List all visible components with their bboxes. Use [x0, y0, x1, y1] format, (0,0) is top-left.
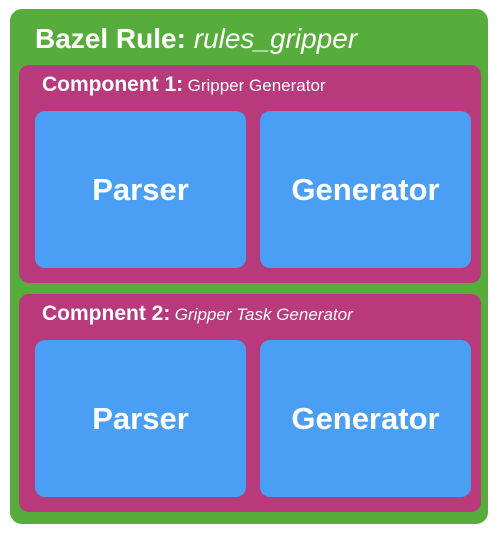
component-2-title: Compnent 2: Gripper Task Generator	[42, 303, 353, 324]
bazel-rule-name: rules_gripper	[193, 23, 358, 54]
bazel-rule-label: Bazel Rule:	[35, 23, 186, 54]
component-1-generator-box: Generator	[260, 111, 471, 268]
component-2-generator-box: Generator	[260, 340, 471, 497]
component-1-container: Component 1: Gripper Generator Parser Ge…	[19, 65, 481, 283]
component-2-container: Compnent 2: Gripper Task Generator Parse…	[19, 294, 481, 512]
component-2-name: Gripper Task Generator	[174, 305, 353, 324]
component-1-name: Gripper Generator	[187, 76, 326, 95]
component-1-label: Component 1:	[42, 73, 184, 96]
component-2-label: Compnent 2:	[42, 302, 171, 325]
component-1-title: Component 1: Gripper Generator	[42, 74, 326, 95]
component-1-parser-box: Parser	[35, 111, 246, 268]
bazel-rule-container: Bazel Rule: rules_gripper Component 1: G…	[10, 9, 488, 524]
component-2-parser-box: Parser	[35, 340, 246, 497]
bazel-rule-title: Bazel Rule: rules_gripper	[35, 25, 357, 53]
